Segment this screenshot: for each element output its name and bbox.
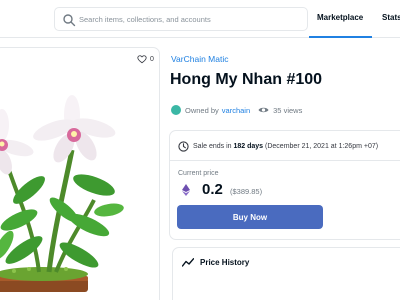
search-icon [63, 14, 76, 27]
eth-icon [182, 184, 190, 196]
owner-avatar[interactable] [171, 105, 181, 115]
owner-link[interactable]: varchain [222, 106, 250, 115]
active-nav-indicator [309, 36, 372, 38]
eye-icon [258, 107, 269, 113]
price-card: Sale ends in 182 days (December 21, 2021… [169, 130, 400, 240]
top-navigation-bar: Marketplace Stats [0, 0, 400, 38]
current-price-value: 0.2 [202, 181, 223, 198]
sale-ends-prefix: Sale ends in [193, 143, 232, 150]
search-input[interactable] [79, 11, 301, 28]
sale-ends-text: Sale ends in 182 days (December 21, 2021… [193, 143, 378, 150]
trend-icon [182, 258, 194, 267]
price-history-title: Price History [200, 258, 250, 267]
clock-icon [178, 141, 189, 152]
owned-by-label: Owned by [185, 105, 219, 115]
sale-ends-duration: 182 days [233, 143, 264, 150]
search-bar[interactable] [54, 7, 308, 31]
nav-marketplace-link[interactable]: Marketplace [317, 13, 363, 22]
sale-timer-row: Sale ends in 182 days (December 21, 2021… [170, 131, 400, 161]
collection-link[interactable]: VarChain Matic [171, 54, 228, 64]
views-count: 35 views [273, 105, 303, 115]
current-price-label: Current price [178, 170, 219, 177]
current-price-usd: ($389.85) [230, 187, 263, 196]
price-history-panel[interactable]: Price History [172, 247, 400, 300]
sale-ends-date: (December 21, 2021 at 1:26pm +07) [265, 143, 379, 150]
nav-stats-link[interactable]: Stats [382, 13, 400, 22]
asset-title: Hong My Nhan #100 [170, 71, 323, 88]
asset-artwork [0, 95, 124, 292]
owner-row: Owned by varchain 35 views [171, 105, 302, 115]
buy-now-button[interactable]: Buy Now [177, 205, 323, 229]
